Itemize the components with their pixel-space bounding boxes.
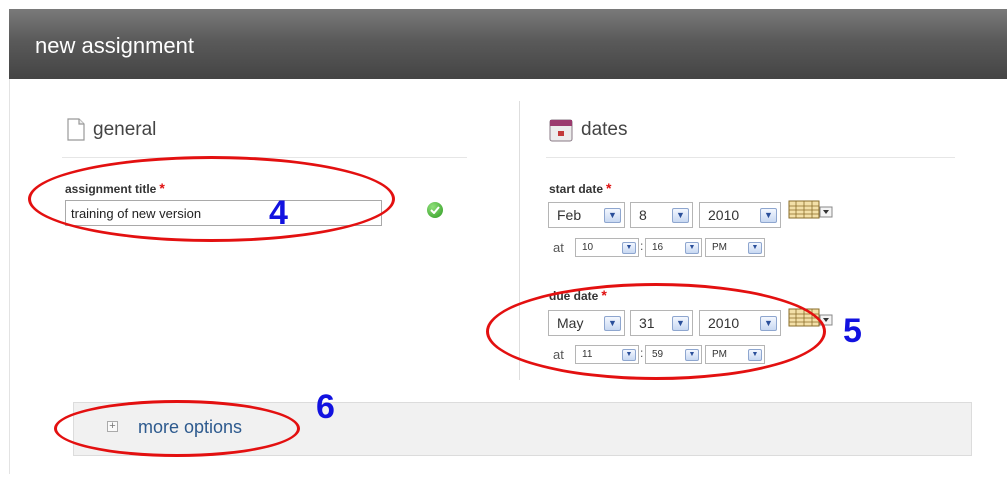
start-date-label: start date *	[549, 180, 611, 196]
start-ampm-select[interactable]: PM ▼	[705, 238, 765, 257]
start-month-select[interactable]: Feb ▼	[548, 202, 625, 228]
annotation-ellipse-due-date	[486, 283, 826, 380]
start-month-value: Feb	[557, 207, 582, 223]
start-date-label-text: start date	[549, 182, 604, 196]
start-hour-value: 10	[582, 242, 594, 253]
start-day-value: 8	[639, 207, 647, 223]
dates-heading-label: dates	[581, 119, 628, 140]
calendar-picker-icon[interactable]	[788, 200, 834, 220]
annotation-ellipse-more-options	[54, 400, 300, 457]
checkmark-icon	[427, 202, 443, 218]
chevron-down-icon[interactable]: ▼	[604, 207, 621, 223]
start-minute-value: 16	[652, 242, 664, 253]
start-hour-select[interactable]: 10 ▼	[575, 238, 639, 257]
annotation-number-5: 5	[843, 312, 862, 350]
annotation-number-6: 6	[316, 388, 335, 426]
start-day-select[interactable]: 8 ▼	[630, 202, 693, 228]
chevron-down-icon[interactable]: ▼	[748, 241, 762, 254]
general-heading-label: general	[93, 118, 157, 140]
annotation-number-4: 4	[269, 194, 288, 232]
chevron-down-icon[interactable]: ▼	[760, 207, 777, 223]
start-minute-select[interactable]: 16 ▼	[645, 238, 702, 257]
chevron-down-icon[interactable]: ▼	[672, 207, 689, 223]
start-at-label: at	[553, 240, 564, 255]
document-icon	[67, 118, 85, 141]
header-bar: new assignment	[9, 9, 1007, 79]
start-ampm-value: PM	[712, 242, 727, 253]
chevron-down-icon[interactable]: ▼	[685, 241, 699, 254]
calendar-icon	[549, 119, 573, 142]
general-section-heading: general	[67, 118, 156, 141]
panel-left-border	[9, 79, 10, 474]
dates-section-heading: dates	[549, 118, 627, 142]
time-separator: :	[640, 239, 644, 253]
annotation-ellipse-title	[28, 156, 395, 242]
dates-heading-rule	[546, 157, 955, 158]
page-title: new assignment	[35, 33, 194, 58]
required-marker: *	[606, 180, 612, 196]
chevron-down-icon[interactable]: ▼	[622, 241, 636, 254]
start-year-select[interactable]: 2010 ▼	[699, 202, 781, 228]
start-year-value: 2010	[708, 207, 740, 223]
